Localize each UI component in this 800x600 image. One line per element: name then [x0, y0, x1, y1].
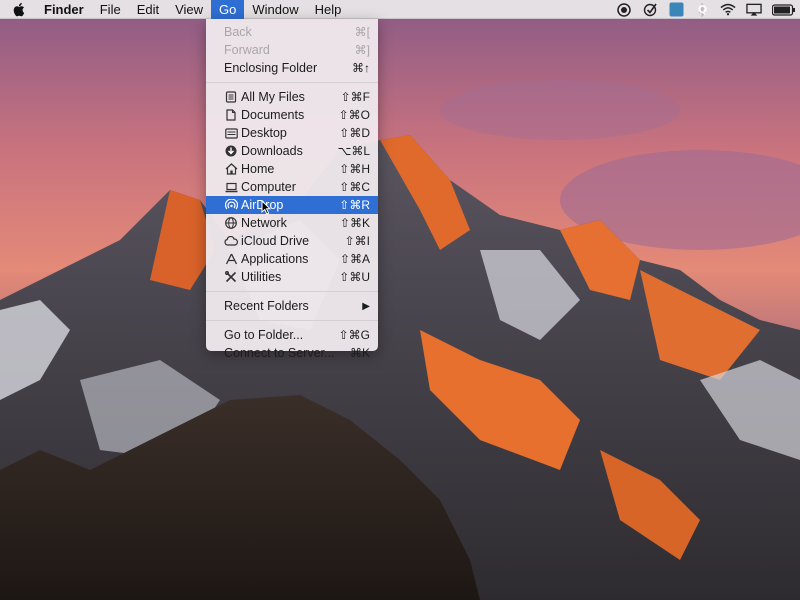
menu-item-shortcut: ⌘K: [349, 346, 370, 360]
menu-item-shortcut: ⇧⌘R: [339, 198, 370, 212]
menu-item-computer[interactable]: Computer ⇧⌘C: [206, 178, 378, 196]
menu-item-shortcut: ⌘[: [354, 25, 370, 39]
menu-item-network[interactable]: Network ⇧⌘K: [206, 214, 378, 232]
menu-item-shortcut: ⇧⌘G: [338, 328, 370, 342]
utilities-icon: [224, 270, 238, 284]
menu-item-label: Go to Folder...: [224, 328, 304, 342]
documents-icon: [224, 108, 238, 122]
menu-item-airdrop[interactable]: AirDrop ⇧⌘R: [206, 196, 378, 214]
home-icon: [224, 162, 238, 176]
menu-item-shortcut: ⇧⌘I: [344, 234, 370, 248]
menu-item-go-to-folder[interactable]: Go to Folder... ⇧⌘G: [206, 326, 378, 344]
checkmark-icon[interactable]: [642, 2, 658, 18]
menu-item-shortcut: ⌘↑: [352, 61, 370, 75]
network-icon: [224, 216, 238, 230]
go-menu-dropdown: Back ⌘[ Forward ⌘] Enclosing Folder ⌘↑ A…: [206, 19, 378, 360]
mountain-wallpaper-image: [0, 0, 800, 600]
menu-item-shortcut: ⇧⌘C: [339, 180, 370, 194]
apple-menu[interactable]: [0, 0, 36, 19]
menu-item-home[interactable]: Home ⇧⌘H: [206, 160, 378, 178]
airplay-icon[interactable]: [746, 2, 762, 18]
menu-item-downloads[interactable]: Downloads ⌥⌘L: [206, 142, 378, 160]
computer-icon: [224, 180, 238, 194]
mouse-cursor-icon: [261, 200, 271, 215]
menu-item-forward[interactable]: Forward ⌘]: [206, 41, 378, 59]
menu-item-shortcut: ⇧⌘O: [338, 108, 370, 122]
icloud-icon: [224, 234, 238, 248]
menu-item-back[interactable]: Back ⌘[: [206, 23, 378, 41]
record-icon[interactable]: [616, 2, 632, 18]
battery-icon[interactable]: [772, 2, 796, 18]
menu-window[interactable]: Window: [244, 0, 306, 19]
applications-icon: [224, 252, 238, 266]
menu-separator: [206, 320, 378, 321]
menu-item-label: iCloud Drive: [241, 234, 310, 248]
menu-item-label: Applications: [241, 252, 309, 266]
menu-item-shortcut: ⇧⌘F: [340, 90, 370, 104]
menu-separator: [206, 82, 378, 83]
menu-help[interactable]: Help: [307, 0, 350, 19]
menu-item-label: Enclosing Folder: [224, 61, 318, 75]
wifi-icon[interactable]: [720, 2, 736, 18]
menu-item-connect-to-server[interactable]: Connect to Server... ⌘K: [206, 344, 378, 362]
menu-item-label: Back: [224, 25, 252, 39]
airdrop-icon: [224, 198, 238, 212]
menu-item-shortcut: ⌥⌘L: [337, 144, 370, 158]
menu-go[interactable]: Go: [211, 0, 245, 19]
menu-item-label: Documents: [241, 108, 305, 122]
desktop-icon: [224, 126, 238, 140]
desktop-wallpaper: [0, 0, 800, 600]
menu-item-enclosing-folder[interactable]: Enclosing Folder ⌘↑: [206, 59, 378, 77]
downloads-icon: [224, 144, 238, 158]
menu-item-desktop[interactable]: Desktop ⇧⌘D: [206, 124, 378, 142]
menu-item-applications[interactable]: Applications ⇧⌘A: [206, 250, 378, 268]
menu-separator: [206, 291, 378, 292]
menu-item-label: AirDrop: [241, 198, 339, 212]
menu-item-label: All My Files: [241, 90, 305, 104]
menu-item-label: Recent Folders: [224, 299, 309, 313]
menu-view[interactable]: View: [167, 0, 211, 19]
menu-file[interactable]: File: [92, 0, 129, 19]
q-app-label: Q: [697, 3, 708, 16]
menu-item-label: Computer: [241, 180, 296, 194]
apple-logo-icon: [13, 2, 24, 16]
menu-item-shortcut: ⌘]: [354, 43, 370, 57]
menu-item-shortcut: ⇧⌘A: [339, 252, 370, 266]
menu-item-shortcut: ⇧⌘D: [339, 126, 370, 140]
menu-item-label: Desktop: [241, 126, 287, 140]
menu-item-utilities[interactable]: Utilities ⇧⌘U: [206, 268, 378, 286]
q-app-icon[interactable]: [668, 2, 684, 18]
submenu-arrow-icon: ▶: [362, 300, 370, 312]
all-files-icon: [224, 90, 238, 104]
menu-bar: Finder File Edit View Go Window Help: [0, 0, 800, 19]
menu-item-recent-folders[interactable]: Recent Folders ▶: [206, 297, 378, 315]
menu-item-shortcut: ⇧⌘H: [339, 162, 370, 176]
menu-finder[interactable]: Finder: [36, 0, 92, 19]
menu-item-label: Network: [241, 216, 287, 230]
menu-item-documents[interactable]: Documents ⇧⌘O: [206, 106, 378, 124]
menu-edit[interactable]: Edit: [129, 0, 167, 19]
menu-item-shortcut: ⇧⌘U: [339, 270, 370, 284]
menu-item-icloud-drive[interactable]: iCloud Drive ⇧⌘I: [206, 232, 378, 250]
menu-item-label: Utilities: [241, 270, 282, 284]
menu-item-label: Forward: [224, 43, 270, 57]
menu-item-label: Downloads: [241, 144, 303, 158]
menu-item-label: Connect to Server...: [224, 346, 335, 360]
menu-item-shortcut: ⇧⌘K: [339, 216, 370, 230]
menu-item-all-my-files[interactable]: All My Files ⇧⌘F: [206, 88, 378, 106]
menu-item-label: Home: [241, 162, 275, 176]
